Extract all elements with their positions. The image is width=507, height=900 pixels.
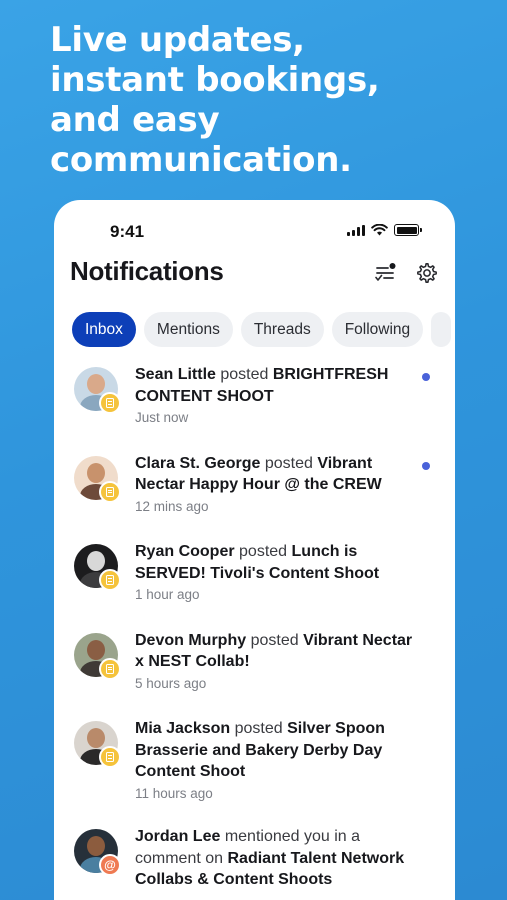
status-time: 9:41 xyxy=(110,222,145,241)
headline-line-2: instant bookings, xyxy=(50,60,380,100)
notification-item[interactable]: Devon Murphy posted Vibrant Nectar x NES… xyxy=(54,630,455,719)
mention-badge-icon: @ xyxy=(99,854,121,876)
filter-list-icon[interactable] xyxy=(372,260,398,286)
notification-item[interactable]: Clara St. George posted Vibrant Nectar H… xyxy=(54,453,455,542)
unread-dot-icon xyxy=(422,373,430,381)
gear-icon[interactable] xyxy=(414,260,440,286)
notification-item[interactable]: Mia Jackson posted Silver Spoon Brasseri… xyxy=(54,718,455,826)
notification-time: 12 mins ago xyxy=(135,498,209,514)
notification-item[interactable]: Ryan Cooper posted Lunch is SERVED! Tivo… xyxy=(54,541,455,630)
notification-time: 5 hours ago xyxy=(135,675,207,691)
tab-more-partial[interactable] xyxy=(431,312,452,347)
notification-author: Clara St. George xyxy=(135,454,261,472)
notification-action: posted xyxy=(250,631,299,649)
cellular-signal-icon xyxy=(347,224,365,236)
notification-action: posted xyxy=(239,543,288,560)
notification-action: posted xyxy=(264,454,313,472)
notification-time: Just now xyxy=(135,410,189,425)
tab-threads[interactable]: Threads xyxy=(240,312,324,347)
headline-line-1: Live updates, xyxy=(50,20,305,60)
notification-text: Ryan Cooper posted Lunch is SERVED! Tivo… xyxy=(135,541,415,605)
post-badge-icon xyxy=(99,569,121,591)
tab-inbox[interactable]: Inbox xyxy=(72,312,136,347)
phone-screen: 9:41 Notifications Inbox Mentions Thread… xyxy=(54,200,455,900)
post-badge-icon xyxy=(99,746,121,768)
tab-mentions[interactable]: Mentions xyxy=(143,312,233,347)
notification-text: Mia Jackson posted Silver Spoon Brasseri… xyxy=(135,718,415,804)
notification-author: Ryan Cooper xyxy=(135,543,235,560)
notification-author: Mia Jackson xyxy=(135,720,231,737)
status-bar: 9:41 xyxy=(54,200,455,260)
notification-item[interactable]: Sean Little posted BRIGHTFRESH CONTENT S… xyxy=(54,364,455,453)
post-badge-icon xyxy=(99,392,121,414)
headline-line-3: and easy xyxy=(50,100,220,140)
notification-item[interactable]: @ Jordan Lee mentioned you in a comment … xyxy=(54,826,455,900)
status-icons xyxy=(347,224,422,236)
promo-headline: Live updates, instant bookings, and easy… xyxy=(50,20,490,180)
post-badge-icon xyxy=(99,480,121,503)
notification-author: Sean Little xyxy=(135,366,216,383)
notification-author: Jordan Lee xyxy=(135,828,221,845)
notification-text: Clara St. George posted Vibrant Nectar H… xyxy=(135,453,415,517)
notification-text: Sean Little posted BRIGHTFRESH CONTENT S… xyxy=(135,364,415,428)
notification-text: Devon Murphy posted Vibrant Nectar x NES… xyxy=(135,630,415,694)
notification-action: posted xyxy=(220,366,269,383)
page-title: Notifications xyxy=(70,256,224,286)
unread-dot-icon xyxy=(422,461,430,470)
battery-icon xyxy=(394,224,422,236)
notification-author: Devon Murphy xyxy=(135,631,247,649)
notification-list: Sean Little posted BRIGHTFRESH CONTENT S… xyxy=(54,364,455,900)
wifi-icon xyxy=(371,224,388,236)
notification-text: Jordan Lee mentioned you in a comment on… xyxy=(135,826,415,891)
notification-time: 1 hour ago xyxy=(135,587,200,602)
notification-action: posted xyxy=(234,720,283,737)
tab-following[interactable]: Following xyxy=(331,312,424,347)
notification-tabs: Inbox Mentions Threads Following xyxy=(72,312,452,347)
post-badge-icon xyxy=(99,657,121,680)
notification-time: 11 hours ago xyxy=(135,785,213,801)
headline-line-4: communication. xyxy=(50,140,352,180)
